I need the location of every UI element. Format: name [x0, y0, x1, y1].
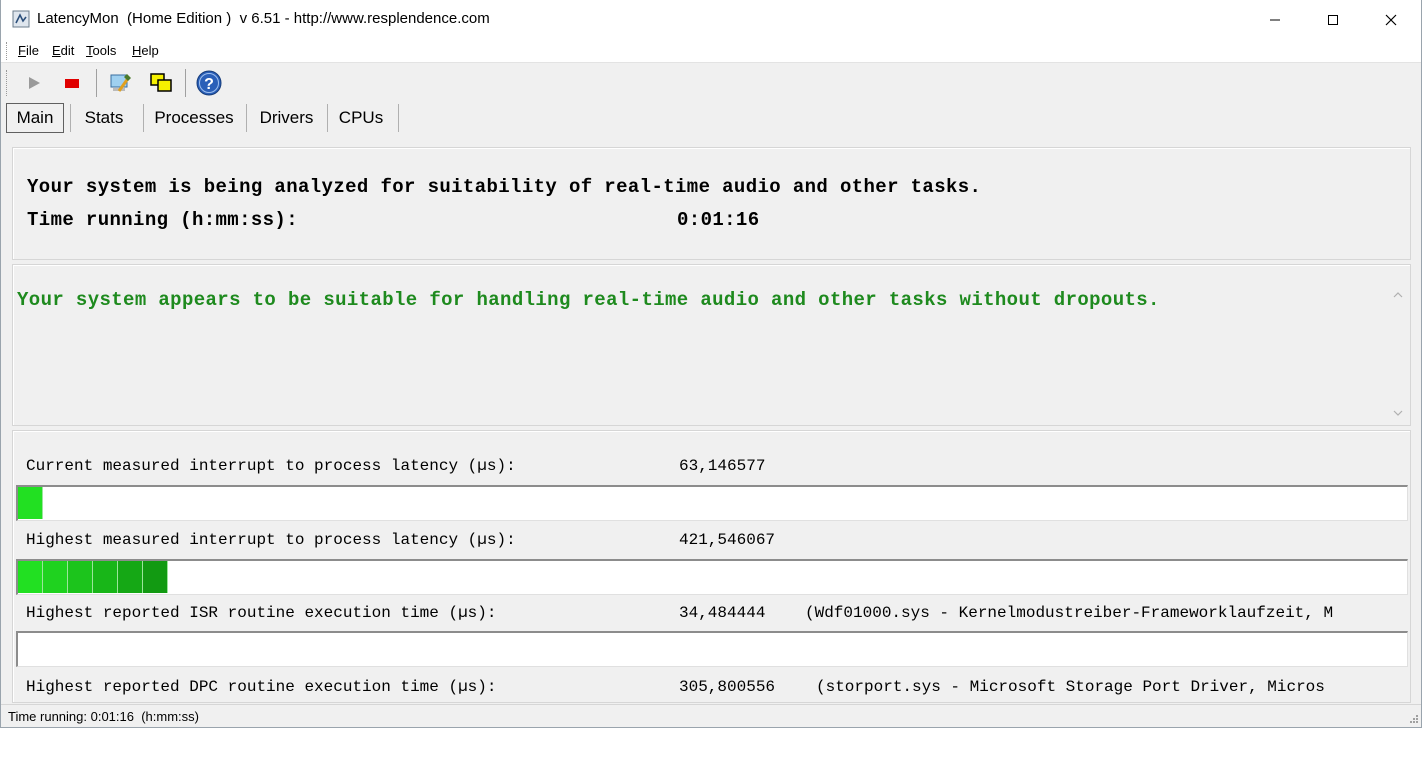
status-text: Time running: 0:01:16 (h:mm:ss)	[8, 709, 199, 724]
time-running-value: 0:01:16	[677, 209, 760, 231]
tab-cpus[interactable]: CPUs	[329, 102, 393, 134]
latency-bar-segment	[43, 561, 68, 593]
stop-icon	[65, 79, 79, 88]
verdict-panel: Your system appears to be suitable for h…	[12, 264, 1411, 426]
resize-grip-icon[interactable]	[1407, 714, 1419, 726]
verdict-message: Your system appears to be suitable for h…	[17, 289, 1160, 311]
metric-value: 63,146577	[679, 457, 766, 475]
analysis-message: Your system is being analyzed for suitab…	[27, 176, 982, 198]
help-button[interactable]: ?	[195, 69, 223, 97]
windows-button[interactable]	[147, 69, 175, 97]
metric-bar-highest-latency	[16, 559, 1408, 595]
play-button[interactable]	[20, 69, 48, 97]
tab-separator	[70, 104, 71, 132]
windows-icon	[150, 73, 172, 92]
latency-bar-segment	[118, 561, 143, 593]
latency-bar-segment	[143, 561, 168, 593]
help-icon: ?	[196, 70, 222, 96]
analysis-panel: Your system is being analyzed for suitab…	[12, 147, 1411, 260]
play-icon	[29, 77, 40, 89]
tab-separator	[246, 104, 247, 132]
latency-bar-segment	[18, 561, 43, 593]
tab-separator	[398, 104, 399, 132]
metric-detail: (storport.sys - Microsoft Storage Port D…	[816, 678, 1325, 696]
menu-help[interactable]: Help	[132, 43, 159, 58]
stop-button[interactable]	[58, 69, 86, 97]
metric-value: 34,484444	[679, 604, 766, 622]
tab-processes[interactable]: Processes	[145, 102, 243, 134]
latency-bar-segment	[18, 487, 43, 519]
metric-bar-isr	[16, 631, 1408, 667]
maximize-button[interactable]	[1304, 0, 1362, 39]
scroll-up-icon[interactable]	[1393, 292, 1403, 298]
close-button[interactable]	[1362, 0, 1420, 39]
metric-detail: (Wdf01000.sys - Kernelmodustreiber-Frame…	[805, 604, 1334, 622]
menu-grip	[6, 42, 9, 60]
toolbar-separator	[96, 69, 97, 97]
metric-label: Current measured interrupt to process la…	[26, 457, 516, 475]
tab-cpus-label: CPUs	[338, 108, 384, 127]
tab-strip: Main Stats Processes Drivers CPUs	[1, 102, 1421, 134]
metrics-panel: Current measured interrupt to process la…	[12, 430, 1411, 703]
svg-text:?: ?	[204, 76, 214, 93]
tab-separator	[327, 104, 328, 132]
menu-edit[interactable]: Edit	[52, 43, 74, 58]
time-running-label: Time running (h:mm:ss):	[27, 209, 298, 231]
metric-label: Highest reported ISR routine execution t…	[26, 604, 497, 622]
app-icon	[12, 10, 30, 28]
menu-file[interactable]: File	[18, 43, 39, 58]
window-title: LatencyMon (Home Edition ) v 6.51 - http…	[37, 10, 490, 27]
metric-label: Highest reported DPC routine execution t…	[26, 678, 497, 696]
tab-stats[interactable]: Stats	[72, 102, 136, 134]
tab-separator	[143, 104, 144, 132]
tools-icon	[110, 74, 131, 92]
latency-bar-segment	[68, 561, 93, 593]
scroll-down-icon[interactable]	[1393, 410, 1403, 416]
menu-bar: File Edit Tools Help	[1, 39, 1421, 63]
tab-stats-label: Stats	[84, 108, 124, 127]
toolbar: ?	[1, 64, 1421, 102]
status-bar: Time running: 0:01:16 (h:mm:ss)	[1, 704, 1421, 727]
metric-bar-current-latency	[16, 485, 1408, 521]
metric-value: 305,800556	[679, 678, 776, 696]
minimize-button[interactable]	[1246, 0, 1304, 39]
tab-drivers-label: Drivers	[259, 108, 314, 127]
latency-bar-segment	[93, 561, 118, 593]
title-bar[interactable]: LatencyMon (Home Edition ) v 6.51 - http…	[1, 0, 1421, 39]
tab-main-label: Main	[16, 108, 54, 127]
app-window: LatencyMon (Home Edition ) v 6.51 - http…	[0, 0, 1422, 728]
toolbar-grip	[6, 70, 9, 96]
metric-label: Highest measured interrupt to process la…	[26, 531, 516, 549]
tab-main[interactable]: Main	[6, 103, 64, 133]
tab-drivers[interactable]: Drivers	[248, 102, 325, 134]
verdict-scrollbar[interactable]	[1390, 287, 1406, 425]
metric-value: 421,546067	[679, 531, 776, 549]
menu-tools[interactable]: Tools	[86, 43, 116, 58]
tools-button[interactable]	[107, 69, 135, 97]
tab-processes-label: Processes	[154, 108, 234, 127]
toolbar-separator	[185, 69, 186, 97]
